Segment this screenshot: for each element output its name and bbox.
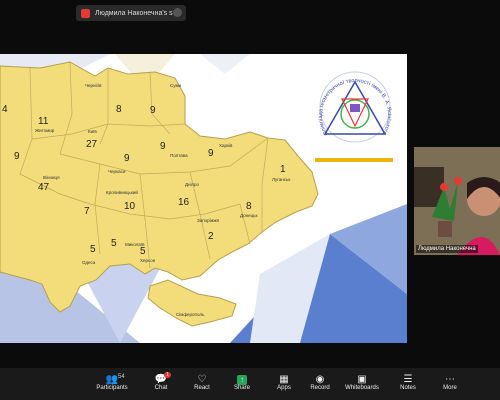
share-label: Share [233, 385, 250, 391]
region-name-label: Черкаси [108, 169, 126, 174]
region-count: 27 [86, 139, 98, 150]
notes-label: Notes [400, 385, 416, 391]
region-count: 5 [90, 244, 96, 255]
region-name-label: Харків [219, 143, 233, 148]
meeting-toolbar: 👥 54 Participants 💬 1 Chat ♡ React ↑ Sha… [0, 368, 500, 400]
region-name-label: Херсон [140, 258, 156, 263]
region-name-label: Сімферополь [176, 312, 205, 317]
region-name-label: Донецьк [240, 213, 258, 218]
region-name-label: Чернігів [85, 83, 102, 88]
record-icon: ◉ [315, 374, 325, 385]
region-count: 9 [208, 148, 214, 159]
record-button[interactable]: ◉ Record [298, 374, 342, 398]
apps-label: Apps [277, 385, 291, 391]
share-button[interactable]: ↑ Share [220, 374, 264, 398]
participant-video[interactable]: Людмила Наконечна [414, 147, 500, 255]
crimea-peninsula [147, 279, 237, 327]
map-slide: Чернігів Суми Житомир Київ Полтава Харкі… [0, 54, 407, 343]
region-name-label: Запоріжжя [197, 218, 220, 223]
region-count: 16 [178, 197, 190, 208]
chat-button[interactable]: 💬 1 Chat [139, 372, 183, 398]
chat-unread-badge: 1 [164, 372, 171, 378]
participants-label: Participants [96, 385, 128, 391]
region-count: 5 [111, 238, 117, 249]
region-count: 11 [38, 116, 49, 127]
region-name-label: Житомир [35, 128, 55, 133]
heart-icon: ♡ [197, 374, 207, 385]
participant-avatar [414, 147, 500, 255]
shared-screen: Чернігів Суми Житомир Київ Полтава Харкі… [0, 54, 407, 343]
region-name-label: Суми [170, 83, 182, 88]
olympiad-logo: Олімпіада геометричної творчості імені В… [318, 71, 392, 143]
participant-count: 54 [118, 374, 125, 380]
region-name-label: Кропивницький [106, 189, 138, 195]
participant-name: Людмила Наконечна [416, 245, 478, 253]
region-count: 5 [140, 246, 146, 257]
top-bar: Людмила Наконечна's screen [0, 0, 500, 26]
share-screen-icon: ↑ [237, 375, 247, 385]
region-count: 9 [160, 141, 166, 152]
region-count: 10 [124, 201, 136, 212]
participants-button[interactable]: 👥 54 Participants [90, 374, 134, 398]
more-button[interactable]: ⋯ More [428, 374, 472, 398]
region-count: 4 [2, 104, 8, 115]
region-name-label: Луганськ [272, 177, 290, 182]
region-count: 1 [280, 164, 286, 175]
react-button[interactable]: ♡ React [180, 374, 224, 398]
region-count: 9 [124, 153, 130, 164]
region-name-label: Київ [88, 129, 97, 134]
region-name-label: Полтава [170, 153, 188, 158]
region-name-label: Вінниця [43, 175, 60, 180]
whiteboard-icon: ▣ [357, 374, 367, 385]
share-label: Людмила Наконечна's screen [95, 9, 173, 17]
region-count: 7 [84, 206, 90, 217]
screen-share-indicator[interactable]: Людмила Наконечна's screen [76, 5, 186, 21]
notes-icon: ☰ [403, 374, 413, 385]
accent-line [315, 158, 393, 162]
region-count: 2 [208, 231, 214, 242]
record-label: Record [310, 385, 330, 391]
region-count: 8 [116, 104, 122, 115]
stop-share-icon[interactable] [81, 8, 90, 18]
notes-button[interactable]: ☰ Notes [386, 374, 430, 398]
bg-shape [200, 54, 250, 74]
chat-icon: 💬 [154, 374, 168, 385]
region-count: 47 [38, 182, 50, 193]
region-name-label: Дніпро [185, 182, 199, 187]
region-count: 9 [14, 151, 20, 162]
react-label: React [194, 385, 210, 391]
more-icon: ⋯ [445, 374, 455, 385]
region-name-label: Одеса [82, 260, 96, 265]
share-options-icon[interactable] [173, 8, 182, 17]
participants-icon: 👥 [105, 374, 119, 385]
more-label: More [443, 385, 457, 391]
whiteboards-label: Whiteboards [345, 385, 379, 391]
chat-label: Chat [154, 385, 168, 391]
region-count: 9 [150, 105, 156, 116]
region-count: 8 [246, 201, 252, 212]
whiteboards-button[interactable]: ▣ Whiteboards [340, 374, 384, 398]
